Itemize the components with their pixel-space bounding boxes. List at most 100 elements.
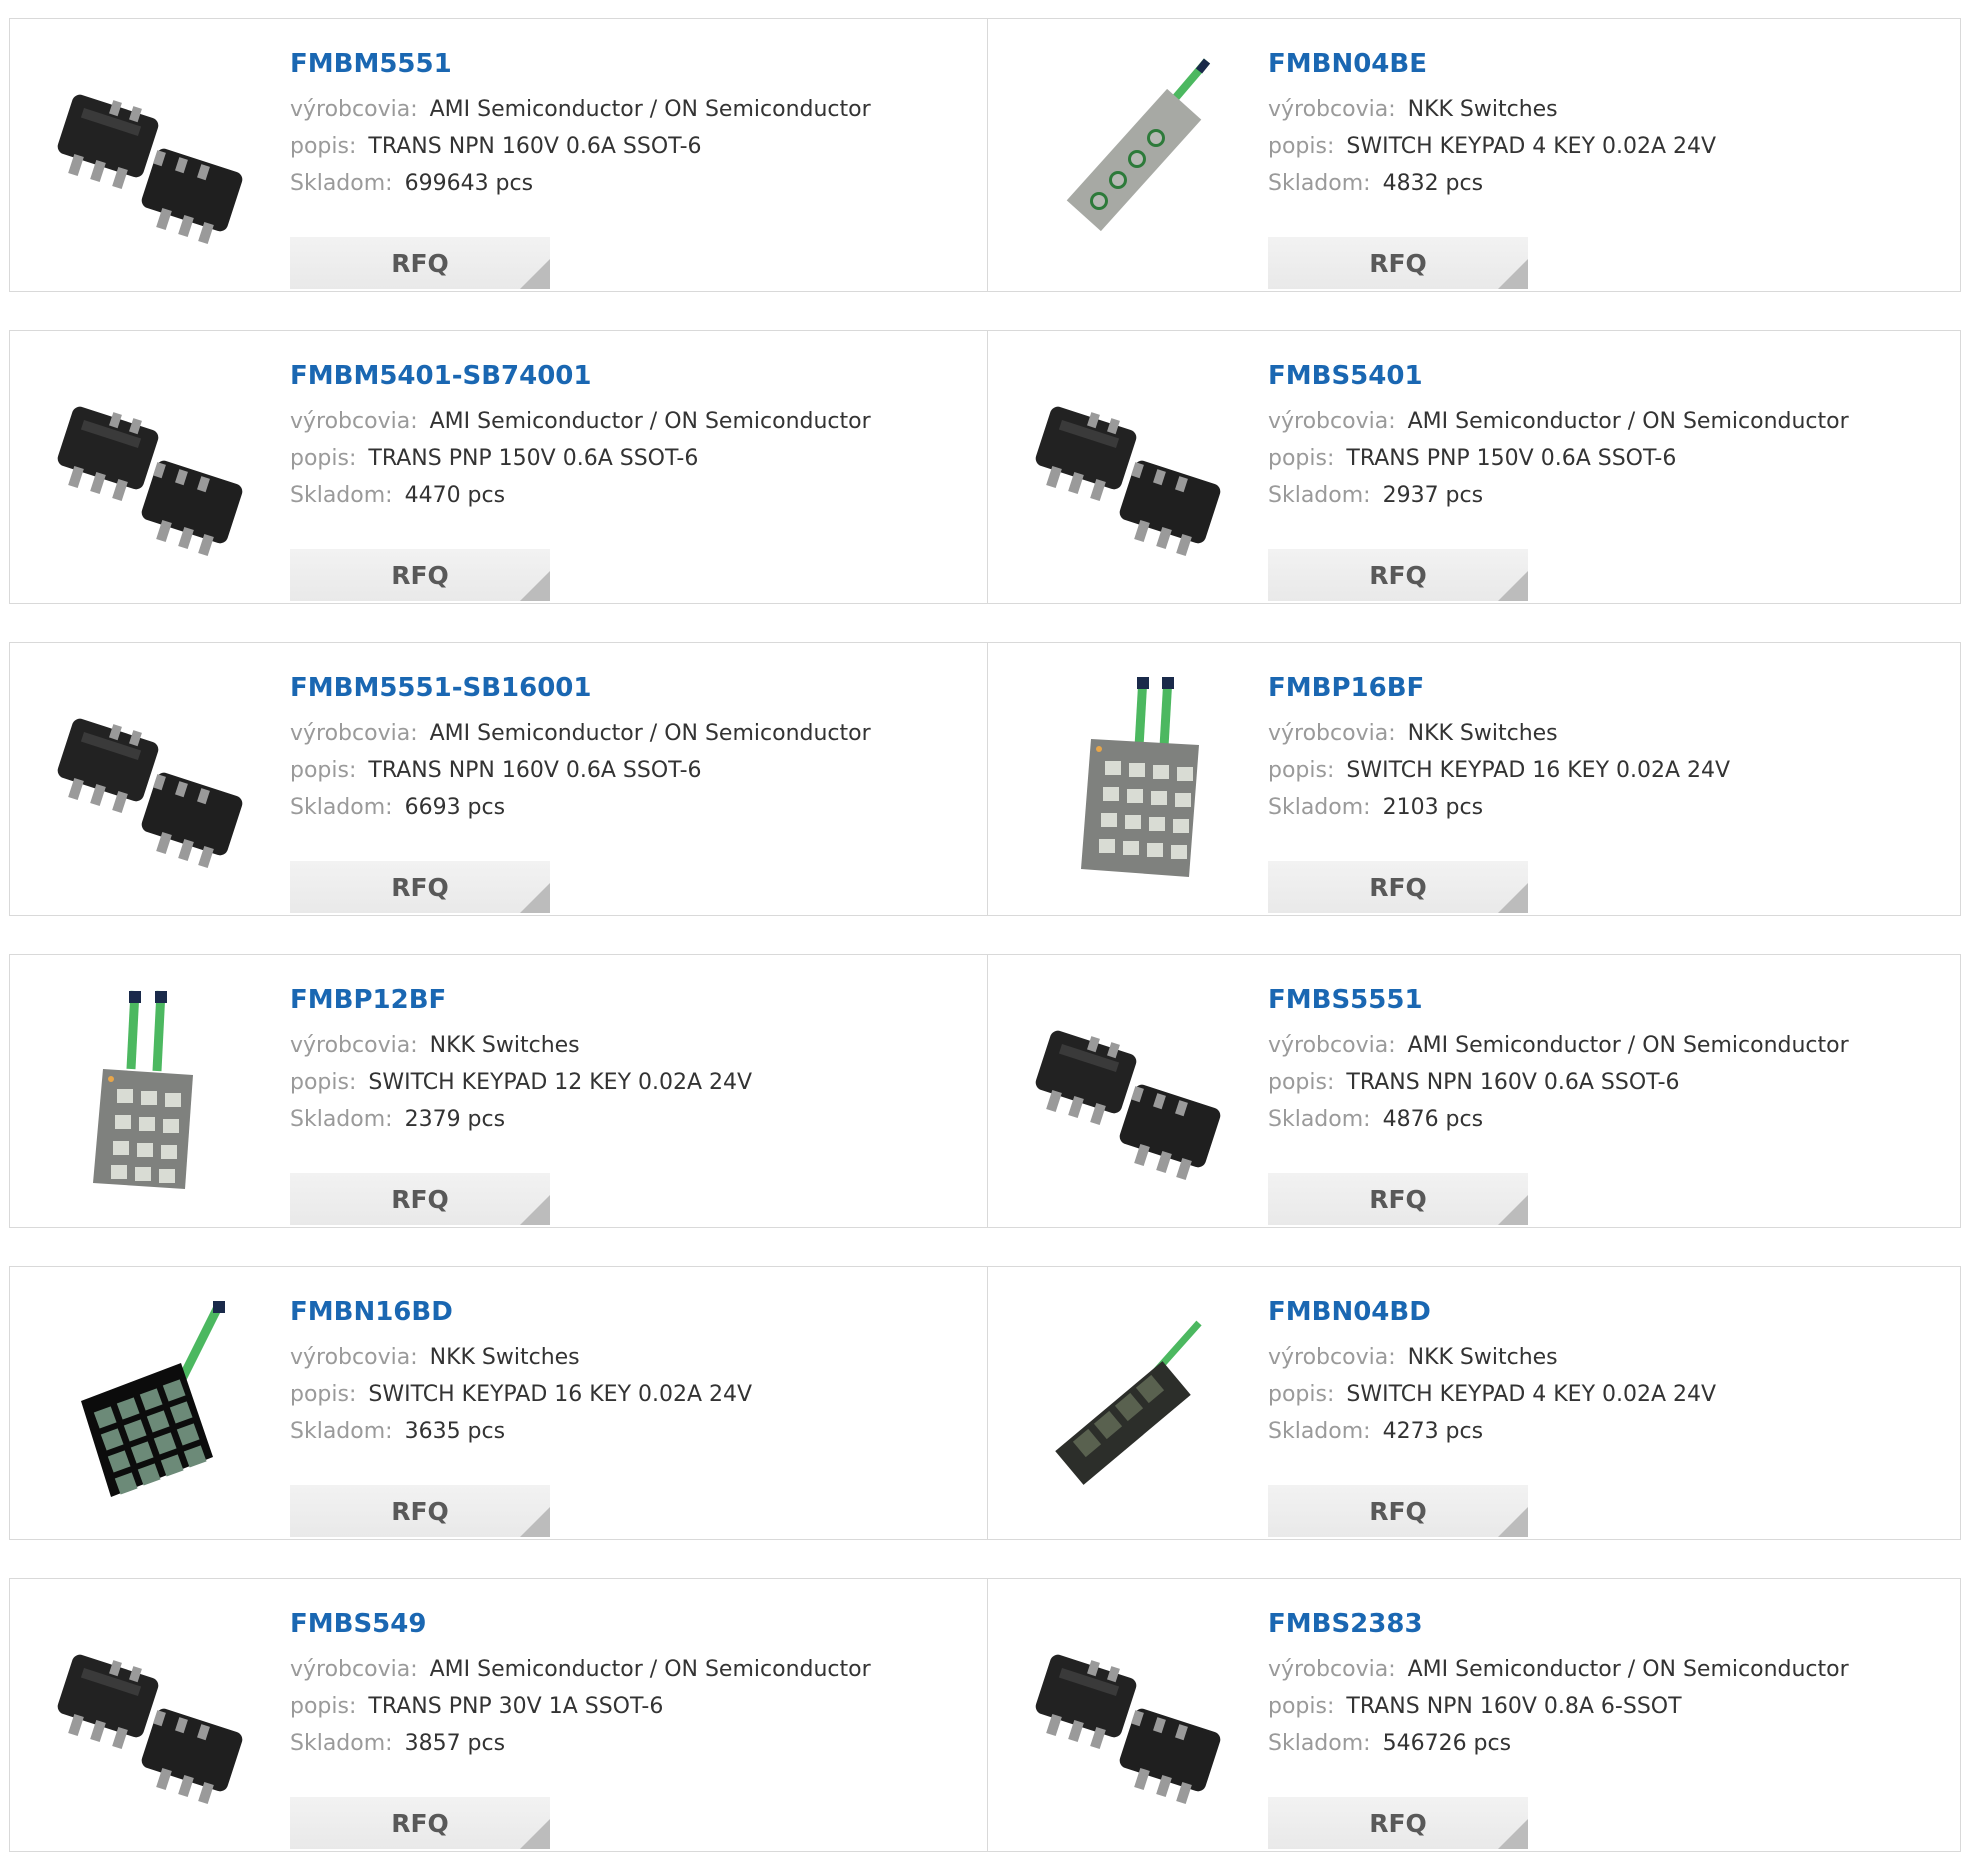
stock-value: 699643 pcs bbox=[404, 171, 534, 196]
product-row: FMBP12BF výrobcovia: NKK Switches popis: S… bbox=[9, 954, 1961, 1228]
product-card: FMBN04BE výrobcovia: NKK Switches popis: S… bbox=[987, 19, 1960, 291]
rfq-button-label: RFQ bbox=[1369, 1184, 1427, 1214]
manufacturer-row: výrobcovia: NKK Switches bbox=[1268, 1339, 1950, 1376]
manufacturer-row: výrobcovia: NKK Switches bbox=[290, 1027, 977, 1064]
rfq-button[interactable]: RFQ bbox=[1268, 237, 1528, 289]
product-part-number-link[interactable]: FMBN04BE bbox=[1268, 47, 1950, 81]
description-label: popis: bbox=[290, 446, 357, 471]
product-part-number-link[interactable]: FMBP16BF bbox=[1268, 671, 1950, 705]
product-part-number-link[interactable]: FMBM5551 bbox=[290, 47, 977, 81]
rfq-button[interactable]: RFQ bbox=[290, 861, 550, 913]
product-part-number-link[interactable]: FMBS5551 bbox=[1268, 983, 1950, 1017]
product-card: FMBM5551 výrobcovia: AMI Semiconductor / … bbox=[10, 19, 987, 291]
sot-chip-icon[interactable] bbox=[1029, 365, 1229, 565]
description-label: popis: bbox=[290, 1070, 357, 1095]
description-row: popis: SWITCH KEYPAD 16 KEY 0.02A 24V bbox=[290, 1376, 977, 1413]
product-part-number-link[interactable]: FMBN16BD bbox=[290, 1295, 977, 1329]
rfq-button[interactable]: RFQ bbox=[290, 549, 550, 601]
product-part-number-link[interactable]: FMBS549 bbox=[290, 1607, 977, 1641]
stock-row: Skladom: 4470 pcs bbox=[290, 477, 977, 514]
stock-label: Skladom: bbox=[1268, 1419, 1371, 1444]
product-info: FMBS2383 výrobcovia: AMI Semiconductor / … bbox=[1268, 1607, 1950, 1849]
stock-label: Skladom: bbox=[290, 483, 393, 508]
corner-triangle-icon bbox=[1498, 1507, 1528, 1537]
product-part-number-link[interactable]: FMBM5551-SB16001 bbox=[290, 671, 977, 705]
manufacturer-row: výrobcovia: AMI Semiconductor / ON Semico… bbox=[290, 403, 977, 440]
description-label: popis: bbox=[290, 134, 357, 159]
description-label: popis: bbox=[1268, 446, 1335, 471]
keypad-strip-black-icon[interactable] bbox=[1029, 1301, 1229, 1501]
manufacturer-value: NKK Switches bbox=[429, 1345, 580, 1370]
manufacturer-row: výrobcovia: AMI Semiconductor / ON Semico… bbox=[290, 1651, 977, 1688]
rfq-button[interactable]: RFQ bbox=[1268, 549, 1528, 601]
sot-chip-icon[interactable] bbox=[51, 677, 251, 877]
rfq-button[interactable]: RFQ bbox=[1268, 1797, 1528, 1849]
product-card: FMBN04BD výrobcovia: NKK Switches popis: S… bbox=[987, 1267, 1960, 1539]
sot-chip-icon[interactable] bbox=[51, 53, 251, 253]
description-label: popis: bbox=[290, 758, 357, 783]
manufacturer-row: výrobcovia: NKK Switches bbox=[1268, 715, 1950, 752]
manufacturer-value: AMI Semiconductor / ON Semiconductor bbox=[1407, 1657, 1849, 1682]
description-row: popis: TRANS NPN 160V 0.6A SSOT-6 bbox=[290, 752, 977, 789]
description-value: TRANS PNP 150V 0.6A SSOT-6 bbox=[368, 446, 699, 471]
product-part-number-link[interactable]: FMBS2383 bbox=[1268, 1607, 1950, 1641]
description-row: popis: SWITCH KEYPAD 12 KEY 0.02A 24V bbox=[290, 1064, 977, 1101]
manufacturer-row: výrobcovia: AMI Semiconductor / ON Semico… bbox=[1268, 1651, 1950, 1688]
rfq-button-label: RFQ bbox=[391, 1808, 449, 1838]
manufacturer-value: AMI Semiconductor / ON Semiconductor bbox=[1407, 1033, 1849, 1058]
sot-chip-icon[interactable] bbox=[51, 365, 251, 565]
product-card: FMBS5401 výrobcovia: AMI Semiconductor / … bbox=[987, 331, 1960, 603]
manufacturer-value: NKK Switches bbox=[1407, 1345, 1558, 1370]
rfq-button[interactable]: RFQ bbox=[290, 1797, 550, 1849]
rfq-button[interactable]: RFQ bbox=[1268, 1173, 1528, 1225]
keypad-strip-gray-icon[interactable] bbox=[1029, 53, 1229, 253]
keypad-12-gray-icon[interactable] bbox=[51, 989, 251, 1189]
product-info: FMBS549 výrobcovia: AMI Semiconductor / O… bbox=[290, 1607, 977, 1849]
rfq-button[interactable]: RFQ bbox=[290, 237, 550, 289]
stock-row: Skladom: 546726 pcs bbox=[1268, 1725, 1950, 1762]
rfq-button[interactable]: RFQ bbox=[1268, 1485, 1528, 1537]
corner-triangle-icon bbox=[1498, 1195, 1528, 1225]
description-label: popis: bbox=[1268, 134, 1335, 159]
description-value: TRANS NPN 160V 0.6A SSOT-6 bbox=[368, 134, 702, 159]
description-label: popis: bbox=[290, 1694, 357, 1719]
manufacturer-row: výrobcovia: NKK Switches bbox=[290, 1339, 977, 1376]
rfq-button-label: RFQ bbox=[1369, 560, 1427, 590]
description-value: TRANS PNP 150V 0.6A SSOT-6 bbox=[1346, 446, 1677, 471]
rfq-button-label: RFQ bbox=[1369, 1808, 1427, 1838]
product-card: FMBP16BF výrobcovia: NKK Switches popis: S… bbox=[987, 643, 1960, 915]
manufacturer-value: AMI Semiconductor / ON Semiconductor bbox=[429, 1657, 871, 1682]
corner-triangle-icon bbox=[1498, 1819, 1528, 1849]
sot-chip-icon[interactable] bbox=[51, 1613, 251, 1813]
sot-chip-icon[interactable] bbox=[1029, 989, 1229, 1189]
product-info: FMBM5551-SB16001 výrobcovia: AMI Semicond… bbox=[290, 671, 977, 913]
description-row: popis: SWITCH KEYPAD 4 KEY 0.02A 24V bbox=[1268, 1376, 1950, 1413]
manufacturer-label: výrobcovia: bbox=[290, 721, 418, 746]
stock-value: 6693 pcs bbox=[404, 795, 506, 820]
rfq-button[interactable]: RFQ bbox=[1268, 861, 1528, 913]
product-part-number-link[interactable]: FMBN04BD bbox=[1268, 1295, 1950, 1329]
description-row: popis: TRANS NPN 160V 0.6A SSOT-6 bbox=[290, 128, 977, 165]
keypad-16-gray-icon[interactable] bbox=[1029, 677, 1229, 877]
stock-label: Skladom: bbox=[1268, 483, 1371, 508]
description-label: popis: bbox=[1268, 758, 1335, 783]
stock-label: Skladom: bbox=[290, 1731, 393, 1756]
product-part-number-link[interactable]: FMBM5401-SB74001 bbox=[290, 359, 977, 393]
sot-chip-icon[interactable] bbox=[1029, 1613, 1229, 1813]
product-part-number-link[interactable]: FMBP12BF bbox=[290, 983, 977, 1017]
manufacturer-label: výrobcovia: bbox=[1268, 1033, 1396, 1058]
manufacturer-value: AMI Semiconductor / ON Semiconductor bbox=[1407, 409, 1849, 434]
corner-triangle-icon bbox=[520, 259, 550, 289]
rfq-button[interactable]: RFQ bbox=[290, 1173, 550, 1225]
corner-triangle-icon bbox=[520, 571, 550, 601]
keypad-16-black-icon[interactable] bbox=[51, 1301, 251, 1501]
product-row: FMBM5401-SB74001 výrobcovia: AMI Semicond… bbox=[9, 330, 1961, 604]
description-row: popis: TRANS NPN 160V 0.8A 6-SSOT bbox=[1268, 1688, 1950, 1725]
manufacturer-label: výrobcovia: bbox=[1268, 409, 1396, 434]
product-part-number-link[interactable]: FMBS5401 bbox=[1268, 359, 1950, 393]
description-value: SWITCH KEYPAD 12 KEY 0.02A 24V bbox=[368, 1070, 753, 1095]
rfq-button[interactable]: RFQ bbox=[290, 1485, 550, 1537]
corner-triangle-icon bbox=[520, 883, 550, 913]
corner-triangle-icon bbox=[520, 1819, 550, 1849]
manufacturer-row: výrobcovia: AMI Semiconductor / ON Semico… bbox=[290, 91, 977, 128]
